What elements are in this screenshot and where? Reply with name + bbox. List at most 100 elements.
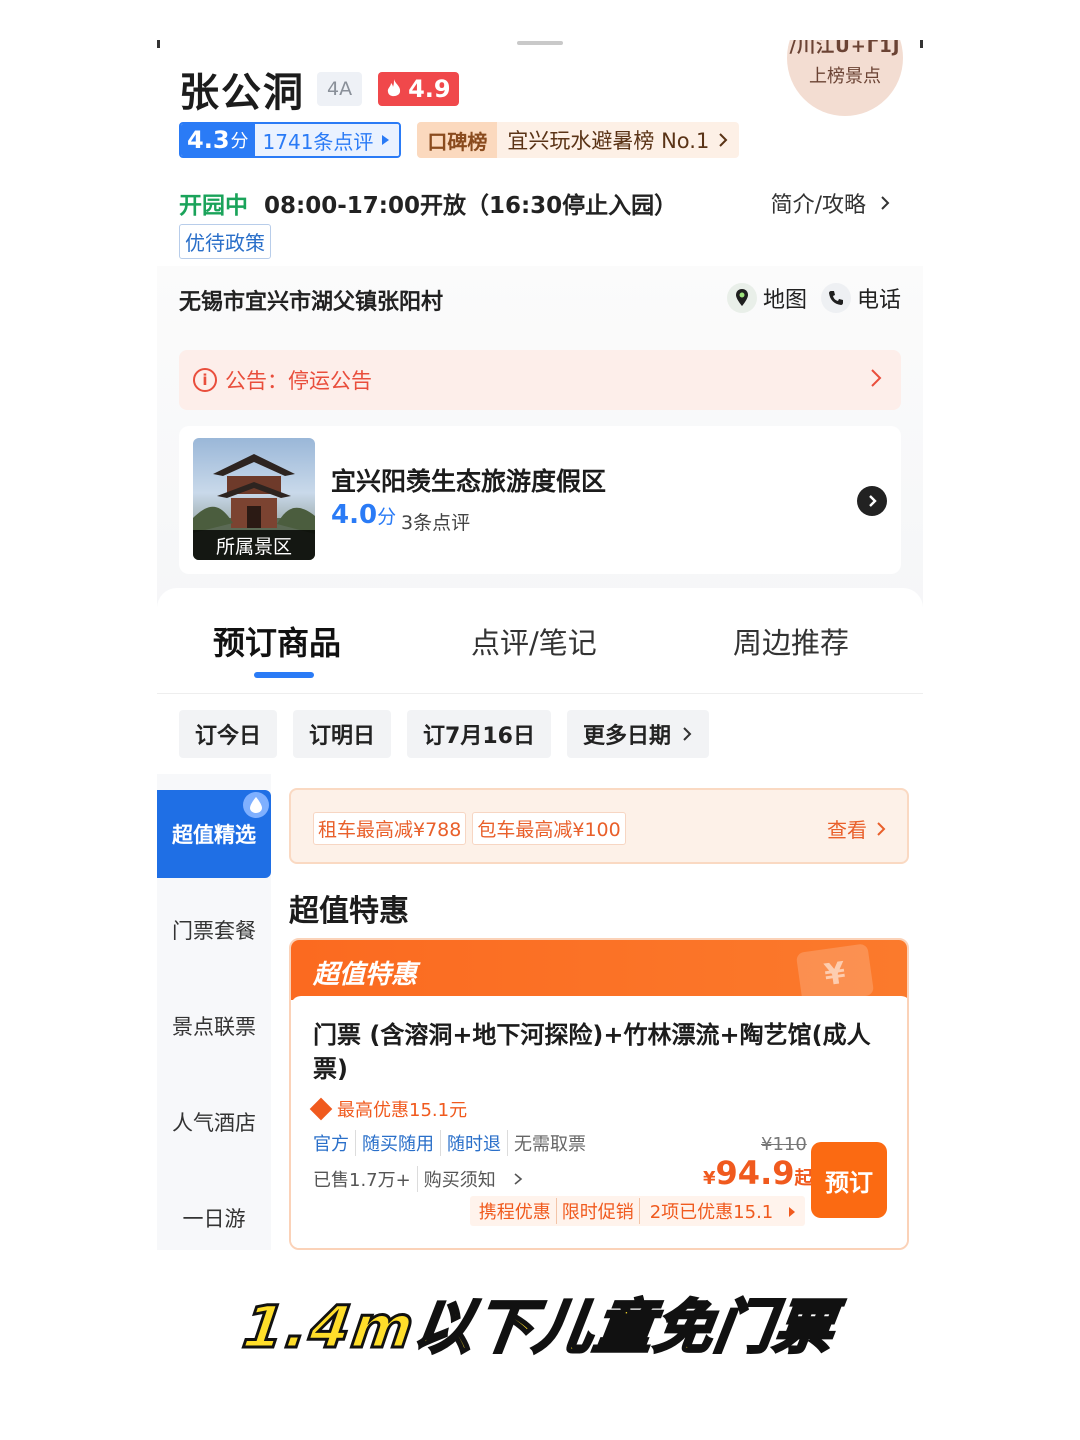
promo-limited: 限时促销 (555, 1198, 639, 1224)
section-title: 超值特惠 (289, 894, 409, 929)
rating-score: 4.3 分 (181, 124, 255, 156)
caret-right-icon (789, 1207, 795, 1217)
purchase-notice-link[interactable]: 购买须知 (416, 1166, 530, 1192)
deal-header-title: 超值特惠 (313, 960, 418, 990)
feature-no-pickup: 无需取票 (507, 1130, 592, 1156)
intro-link[interactable]: 简介/攻略 (771, 187, 891, 219)
scenic-area-label: 所属景区 (193, 530, 315, 560)
tab-reviews[interactable]: 点评/笔记 (471, 620, 597, 662)
notice-text: 公告：停运公告 (225, 369, 372, 393)
policy-tag[interactable]: 优待政策 (179, 224, 271, 259)
phone-icon (820, 283, 851, 313)
review-count: 1741条点评 (254, 124, 400, 156)
hot-score-badge: 4.9 (378, 72, 459, 106)
scenic-area-reviews: 3条点评 (401, 512, 471, 534)
deal-body: 门票 (含溶洞+地下河探险)+竹林漂流+陶艺馆(成人票) 最高优惠15.1元 官… (291, 996, 907, 1248)
ranking-text: 宜兴玩水避暑榜 No.1 (497, 122, 739, 158)
tab-indicator (254, 672, 314, 678)
deal-discount: 最高优惠15.1元 (309, 1096, 467, 1122)
price-suffix: 起 (794, 1168, 813, 1189)
opening-hours: 08:00-17:00开放（16:30停止入园） (264, 193, 678, 219)
promo-applied: 2项已优惠15.1 (638, 1198, 801, 1224)
screen-corner-left (157, 40, 163, 48)
scenic-area-score-unit: 分 (377, 506, 397, 528)
grade-badge: 4A (317, 72, 363, 106)
date-tomorrow[interactable]: 订明日 (293, 710, 392, 758)
sidebar-item-label: 超值精选 (172, 823, 256, 847)
price-currency: ¥ (703, 1168, 716, 1189)
sidebar-item-tickets[interactable]: 门票套餐 (157, 886, 271, 974)
review-count-text: 1741条点评 (262, 129, 374, 154)
rating-score-unit: 分 (230, 131, 249, 152)
chevron-right-icon (881, 196, 890, 210)
date-more-label: 更多日期 (582, 724, 671, 749)
original-price: ¥110 (761, 1134, 807, 1155)
book-button[interactable]: 预订 (811, 1142, 887, 1218)
map-label: 地图 (762, 288, 807, 313)
notice-banner[interactable]: i 公告：停运公告 (179, 350, 901, 410)
info-icon: i (193, 368, 217, 392)
ranking-text-value: 宜兴玩水避暑榜 No.1 (507, 129, 710, 153)
deal-promotions[interactable]: 携程优惠 限时促销 2项已优惠15.1 (469, 1196, 805, 1226)
date-july-16[interactable]: 订7月16日 (407, 710, 551, 758)
rating-box[interactable]: 4.3 分 1741条点评 (179, 122, 402, 158)
address-section: 无锡市宜兴市湖父镇张阳村 地图 电话 i 公告：停运公告 所属景区 宜兴阳羡生态… (157, 266, 923, 626)
flame-icon (387, 79, 401, 97)
chevron-right-icon (719, 133, 728, 147)
chevron-right-icon (877, 821, 886, 836)
tab-bar: 预订商品 点评/笔记 周边推荐 (157, 588, 923, 694)
app-screen: /川江U+Г1J 上榜景点 张公洞 4A 4.9 4.3 分 1741条点评 口… (157, 40, 923, 1250)
purchase-notice-label: 购买须知 (423, 1170, 496, 1191)
sidebar-item-featured[interactable]: 超值精选 (157, 790, 271, 878)
ranking-badge[interactable]: /川江U+Г1J 上榜景点 (787, 40, 903, 116)
sidebar-item-combo[interactable]: 景点联票 (157, 982, 271, 1070)
water-drop-icon (243, 792, 269, 818)
page: /川江U+Г1J 上榜景点 张公洞 4A 4.9 4.3 分 1741条点评 口… (0, 0, 1080, 1440)
map-button[interactable]: 地图 (726, 282, 807, 314)
scenic-area-name: 宜兴阳羡生态旅游度假区 (331, 467, 607, 496)
ranking-badge-label: 上榜景点 (809, 66, 881, 87)
address-actions: 地图 电话 (726, 282, 901, 314)
phone-button[interactable]: 电话 (820, 282, 901, 314)
feature-refund-anytime: 随时退 (440, 1130, 507, 1156)
hours-row: 开园中 08:00-17:00开放（16:30停止入园） 简介/攻略 (179, 186, 901, 220)
rating-row: 4.3 分 1741条点评 口碑榜 宜兴玩水避暑榜 No.1 (179, 122, 740, 158)
chevron-right-icon (871, 369, 882, 387)
ranking-link[interactable]: 口碑榜 宜兴玩水避暑榜 No.1 (417, 122, 740, 158)
category-sidebar: 超值精选 门票套餐 景点联票 人气酒店 一日游 (157, 774, 271, 1250)
chevron-circle-right-icon[interactable] (857, 486, 887, 516)
scenic-area-score-value: 4.0 (331, 500, 378, 530)
chevron-right-icon (683, 727, 692, 741)
promo-tag-charter: 包车最高减¥100 (472, 812, 626, 845)
tab-booking[interactable]: 预订商品 (213, 618, 341, 664)
promo-applied-text: 2项已优惠15.1 (649, 1202, 774, 1223)
discount-diamond-icon (309, 1097, 333, 1121)
ranking-tag: 口碑榜 (417, 122, 498, 158)
deal-features: 官方 随买随用 随时退 无需取票 (313, 1130, 592, 1156)
promo-banner[interactable]: 租车最高减¥788 包车最高减¥100 查看 (289, 788, 909, 864)
date-more[interactable]: 更多日期 (566, 710, 709, 758)
caption-overlay: 1.4m以下儿童免门票 (237, 1292, 841, 1363)
scenic-area-card[interactable]: 所属景区 宜兴阳羡生态旅游度假区 4.0分 3条点评 (179, 426, 901, 574)
deal-header: 超值特惠 ¥ (291, 940, 907, 1005)
hot-score: 4.9 (408, 75, 451, 103)
price-amount: 94.9 (715, 1154, 795, 1192)
promo-view-link[interactable]: 查看 (827, 814, 887, 843)
date-today[interactable]: 订今日 (179, 710, 278, 758)
tab-nearby[interactable]: 周边推荐 (733, 620, 849, 662)
sidebar-item-day-tour[interactable]: 一日游 (157, 1174, 271, 1250)
deal-sales: 已售1.7万+ 购买须知 (313, 1166, 529, 1192)
deal-card[interactable]: 超值特惠 ¥ 门票 (含溶洞+地下河探险)+竹林漂流+陶艺馆(成人票) 最高优惠… (289, 938, 909, 1250)
page-title: 张公洞 (179, 70, 305, 116)
deal-name: 门票 (含溶洞+地下河探险)+竹林漂流+陶艺馆(成人票) (313, 1021, 871, 1083)
address-text: 无锡市宜兴市湖父镇张阳村 (179, 290, 444, 315)
sheet-grabber[interactable] (517, 41, 563, 45)
phone-label: 电话 (856, 288, 901, 313)
date-selector: 订今日 订明日 订7月16日 更多日期 (179, 710, 709, 758)
rating-score-value: 4.3 (187, 126, 230, 154)
promo-tags: 租车最高减¥788 包车最高减¥100 (313, 812, 626, 845)
promo-view-label: 查看 (827, 818, 867, 842)
sold-count: 已售1.7万+ (313, 1170, 411, 1191)
ranking-badge-top: /川江U+Г1J (789, 40, 901, 57)
sidebar-item-hotels[interactable]: 人气酒店 (157, 1078, 271, 1166)
